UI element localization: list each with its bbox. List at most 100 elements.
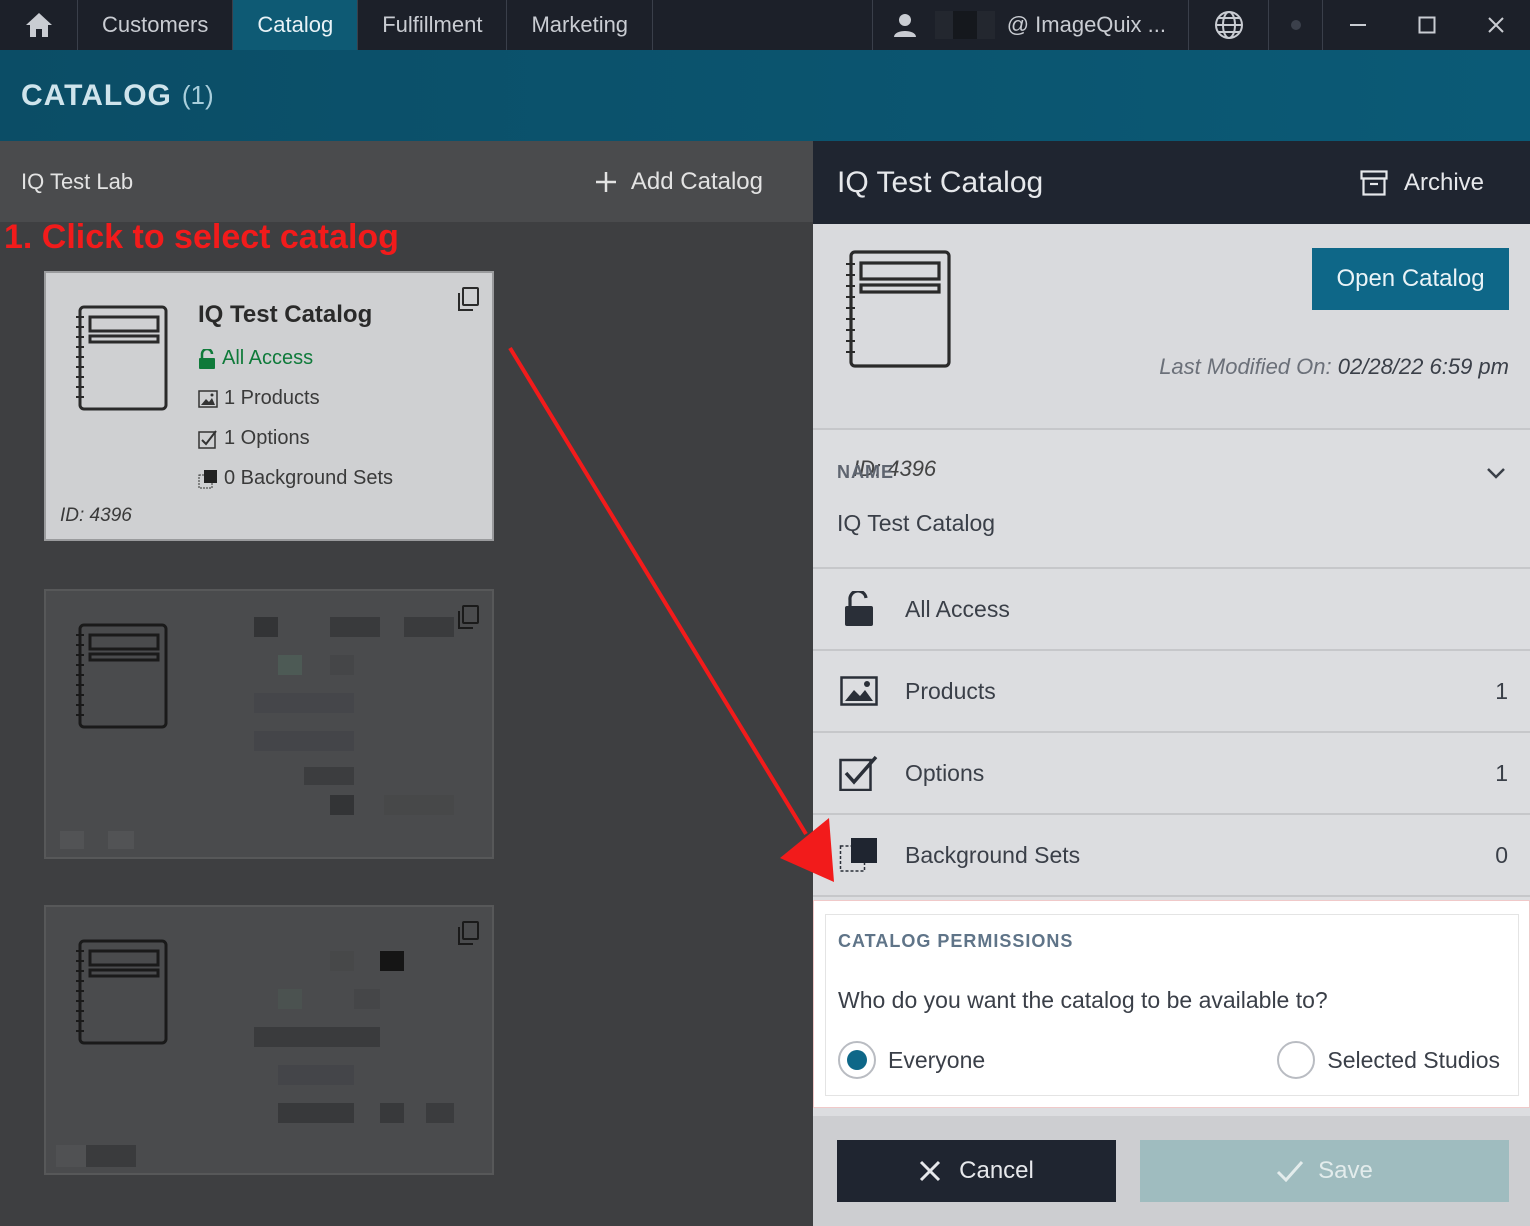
tab-marketing[interactable]: Marketing [507, 0, 654, 50]
catalog-notebook-icon [846, 250, 951, 368]
open-catalog-button[interactable]: Open Catalog [1312, 248, 1509, 310]
catalog-notebook-icon [76, 305, 168, 411]
cancel-button[interactable]: Cancel [837, 1140, 1116, 1202]
archive-icon [1360, 169, 1388, 196]
radio-selected-studios[interactable]: Selected Studios [1277, 1041, 1500, 1079]
radio-everyone-label: Everyone [888, 1046, 986, 1073]
catalog-detail-pane: IQ Test Catalog Archive ID: 4396 Open Ca… [813, 141, 1530, 1226]
card-options-label: 1 Options [224, 427, 310, 449]
redacted-id [56, 1145, 146, 1167]
permissions-heading: CATALOG PERMISSIONS [838, 931, 1074, 951]
catalog-notebook-icon [76, 939, 168, 1045]
home-icon [25, 13, 52, 37]
last-modified-value: 02/28/22 6:59 pm [1337, 354, 1509, 379]
cancel-label: Cancel [959, 1157, 1034, 1184]
user-icon [893, 14, 916, 37]
detail-header: IQ Test Catalog Archive [813, 141, 1530, 224]
save-label: Save [1318, 1157, 1373, 1184]
products-label: Products [905, 677, 996, 704]
background-set-icon [198, 469, 217, 488]
maximize-button[interactable] [1392, 0, 1461, 50]
page-header: CATALOG (1) [0, 50, 1530, 141]
checkbox-icon [198, 429, 217, 449]
name-section[interactable]: NAME IQ Test Catalog [813, 430, 1530, 569]
close-icon [1487, 17, 1504, 33]
unlock-icon [199, 348, 215, 369]
user-name-redacted [934, 11, 995, 39]
options-row[interactable]: Options 1 [813, 733, 1530, 815]
detail-footer: Cancel Save [813, 1116, 1530, 1226]
card-products-label: 1 Products [224, 387, 320, 409]
tab-catalog[interactable]: Catalog [233, 0, 359, 50]
background-sets-count: 0 [1495, 841, 1508, 868]
tutorial-annotation: 1. Click to select catalog [4, 218, 399, 256]
duplicate-icon[interactable] [454, 603, 482, 631]
tab-fulfillment[interactable]: Fulfillment [358, 0, 508, 50]
minimize-icon [1349, 24, 1366, 26]
close-icon [920, 1160, 941, 1182]
status-dot-icon [1290, 20, 1301, 30]
lab-name: IQ Test Lab [21, 168, 134, 194]
archive-label: Archive [1403, 168, 1484, 196]
page-title: CATALOG [21, 78, 172, 112]
catalog-card-redacted[interactable] [44, 905, 494, 1175]
card-backgrounds: 0 Background Sets [198, 467, 393, 490]
catalog-list-header: IQ Test Lab Add Catalog [0, 141, 813, 222]
add-catalog-label: Add Catalog [630, 167, 763, 195]
unlock-icon [845, 591, 873, 626]
radio-selected-studios-label: Selected Studios [1327, 1046, 1500, 1073]
radio-selected-icon[interactable] [838, 1041, 876, 1079]
save-button[interactable]: Save [1140, 1140, 1509, 1202]
background-sets-row[interactable]: Background Sets 0 [813, 815, 1530, 897]
products-row[interactable]: Products 1 [813, 651, 1530, 733]
maximize-icon [1418, 16, 1435, 34]
top-nav-bar: Customers Catalog Fulfillment Marketing … [0, 0, 1530, 50]
catalog-count: (1) [181, 80, 214, 110]
image-icon [198, 389, 218, 408]
user-org: @ ImageQuix ... [1006, 12, 1166, 37]
last-modified: Last Modified On: 02/28/22 6:59 pm [1159, 354, 1509, 380]
checkbox-icon [839, 755, 878, 791]
tab-customers[interactable]: Customers [78, 0, 234, 50]
plus-icon [595, 171, 616, 192]
card-access: All Access [198, 347, 313, 370]
background-sets-label: Background Sets [905, 841, 1081, 868]
duplicate-icon[interactable] [454, 919, 482, 947]
redacted-text [234, 931, 454, 1131]
archive-button[interactable]: Archive [1360, 169, 1484, 197]
card-products: 1 Products [198, 387, 320, 410]
options-count: 1 [1495, 759, 1508, 786]
radio-unselected-icon[interactable] [1277, 1041, 1316, 1079]
products-count: 1 [1495, 677, 1508, 704]
card-title: IQ Test Catalog [198, 301, 373, 328]
card-id: ID: 4396 [60, 505, 132, 526]
radio-everyone[interactable]: Everyone [838, 1041, 985, 1079]
detail-title: IQ Test Catalog [837, 165, 1044, 199]
chevron-down-icon[interactable] [1486, 466, 1506, 480]
add-catalog-button[interactable]: Add Catalog [595, 168, 763, 196]
redacted-text [234, 617, 454, 817]
background-set-icon [839, 838, 877, 872]
detail-summary: ID: 4396 Open Catalog Last Modified On: … [813, 224, 1530, 481]
home-button[interactable] [0, 0, 78, 50]
image-icon [840, 676, 878, 706]
catalog-permissions-panel: CATALOG PERMISSIONS Who do you want the … [813, 900, 1530, 1108]
last-modified-label: Last Modified On: [1159, 354, 1332, 379]
user-menu[interactable]: @ ImageQuix ... [871, 0, 1189, 50]
redacted-id [60, 831, 140, 849]
catalog-card-selected[interactable]: IQ Test Catalog All Access 1 Products 1 … [44, 271, 494, 541]
minimize-button[interactable] [1323, 0, 1392, 50]
card-backgrounds-label: 0 Background Sets [224, 467, 393, 489]
options-label: Options [905, 759, 985, 786]
language-button[interactable] [1189, 0, 1269, 50]
card-access-label: All Access [222, 347, 314, 369]
status-indicator [1269, 0, 1323, 50]
name-value: IQ Test Catalog [837, 510, 996, 536]
catalog-card-redacted[interactable] [44, 589, 494, 859]
access-row[interactable]: All Access [813, 569, 1530, 651]
close-window-button[interactable] [1461, 0, 1530, 50]
access-label: All Access [905, 595, 1010, 622]
globe-icon [1214, 11, 1243, 39]
duplicate-icon[interactable] [454, 285, 482, 313]
